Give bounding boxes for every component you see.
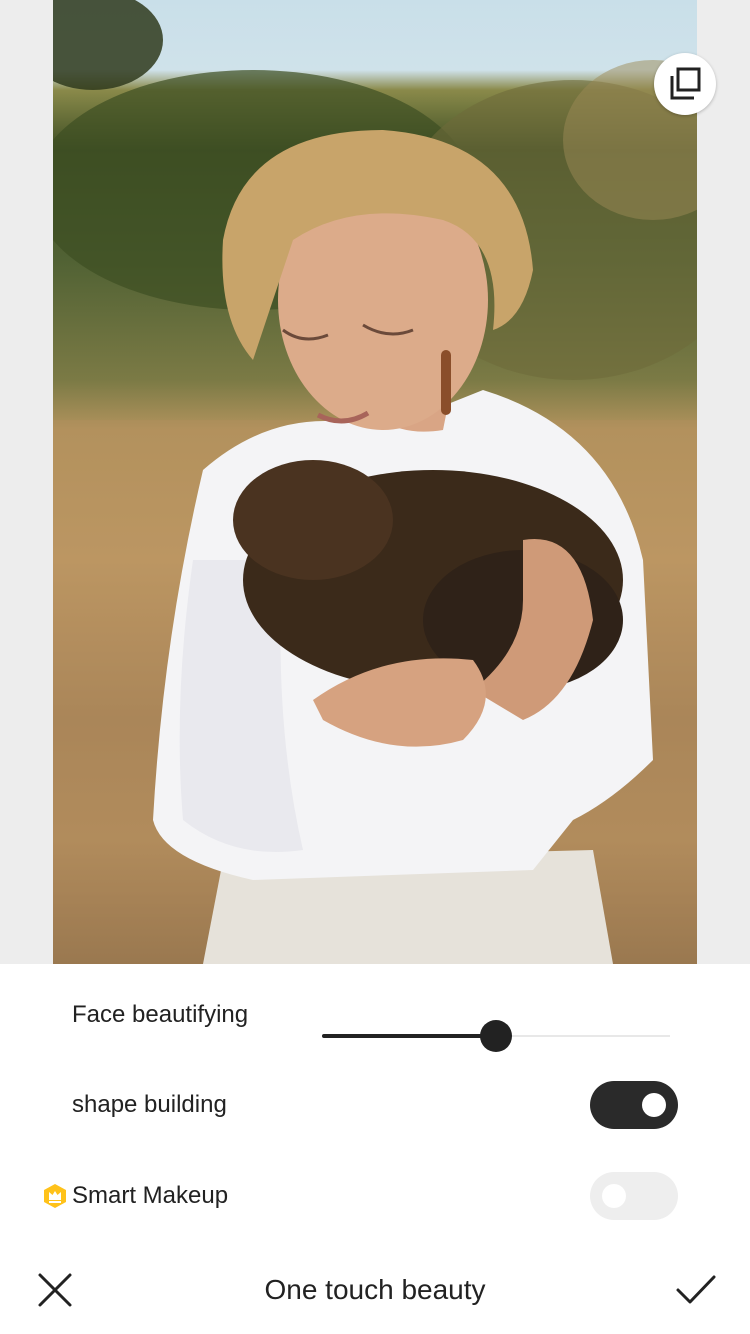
toggle-knob — [642, 1093, 666, 1117]
shape-building-label: shape building — [72, 1091, 227, 1118]
page-title: One touch beauty — [264, 1274, 486, 1305]
slider-thumb[interactable] — [480, 1020, 512, 1052]
portrait-photo-illustration — [53, 0, 697, 964]
checkmark-icon — [676, 1275, 716, 1304]
confirm-button[interactable] — [674, 1268, 718, 1312]
compare-button[interactable] — [654, 53, 716, 115]
shape-building-toggle[interactable] — [590, 1081, 678, 1129]
photo-preview[interactable] — [53, 0, 697, 964]
photo-area — [0, 0, 750, 964]
slider-fill — [322, 1034, 496, 1038]
smart-makeup-toggle[interactable] — [590, 1172, 678, 1220]
compare-layers-icon — [670, 67, 701, 100]
face-beautifying-slider[interactable] — [322, 1020, 670, 1052]
toggle-knob — [602, 1184, 626, 1208]
crown-icon — [44, 1184, 66, 1208]
face-beautifying-label: Face beautifying — [72, 1001, 249, 1028]
smart-makeup-label: Smart Makeup — [72, 1182, 229, 1209]
